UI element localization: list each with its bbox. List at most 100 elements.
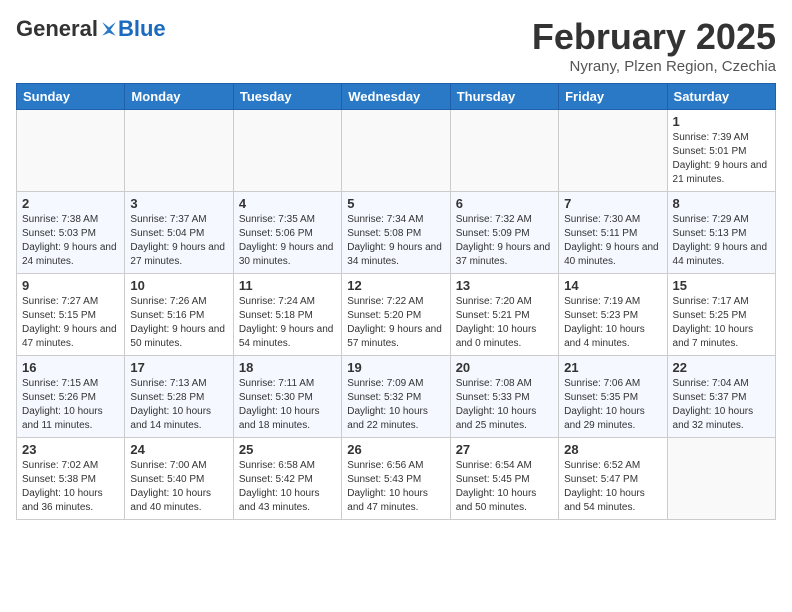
calendar-cell: 9 Sunrise: 7:27 AM Sunset: 5:15 PM Daylig… [17,274,125,356]
calendar-cell: 16 Sunrise: 7:15 AM Sunset: 5:26 PM Dayli… [17,356,125,438]
day-info: Sunrise: 7:11 AM Sunset: 5:30 PM Dayligh… [239,377,336,433]
day-info: Sunrise: 7:37 AM Sunset: 5:04 PM Dayligh… [130,213,227,269]
calendar-cell: 8 Sunrise: 7:29 AM Sunset: 5:13 PM Daylig… [667,192,775,274]
day-info: Sunrise: 7:30 AM Sunset: 5:11 PM Dayligh… [564,213,661,269]
calendar-cell [125,110,233,192]
calendar-cell: 24 Sunrise: 7:00 AM Sunset: 5:40 PM Dayli… [125,438,233,520]
day-number: 17 [130,360,227,375]
calendar-cell: 28Sunrise: 6:52 AM Sunset: 5:47 PM Dayli… [559,438,667,520]
calendar-week-row: 16 Sunrise: 7:15 AM Sunset: 5:26 PM Dayli… [17,356,776,438]
calendar-table: SundayMondayTuesdayWednesdayThursdayFrid… [16,83,776,520]
calendar-cell [667,438,775,520]
day-info: Sunrise: 7:13 AM Sunset: 5:28 PM Dayligh… [130,377,227,433]
day-number: 5 [347,196,444,211]
calendar-cell [450,110,558,192]
day-number: 26 [347,442,444,457]
day-number: 22 [673,360,770,375]
day-info: Sunrise: 7:24 AM Sunset: 5:18 PM Dayligh… [239,295,336,351]
day-number: 12 [347,278,444,293]
day-number: 10 [130,278,227,293]
month-title: February 2025 [532,16,776,58]
calendar-week-row: 9 Sunrise: 7:27 AM Sunset: 5:15 PM Daylig… [17,274,776,356]
day-number: 13 [456,278,553,293]
calendar-cell: 15Sunrise: 7:17 AM Sunset: 5:25 PM Dayli… [667,274,775,356]
location-text: Nyrany, Plzen Region, Czechia [532,58,776,75]
calendar-cell: 20 Sunrise: 7:08 AM Sunset: 5:33 PM Dayli… [450,356,558,438]
calendar-cell: 14Sunrise: 7:19 AM Sunset: 5:23 PM Dayli… [559,274,667,356]
calendar-cell [559,110,667,192]
day-info: Sunrise: 7:09 AM Sunset: 5:32 PM Dayligh… [347,377,444,433]
weekday-header-wednesday: Wednesday [342,84,450,110]
calendar-cell: 4Sunrise: 7:35 AM Sunset: 5:06 PM Daylig… [233,192,341,274]
calendar-cell: 12 Sunrise: 7:22 AM Sunset: 5:20 PM Dayli… [342,274,450,356]
calendar-cell: 2 Sunrise: 7:38 AM Sunset: 5:03 PM Daylig… [17,192,125,274]
calendar-cell: 22 Sunrise: 7:04 AM Sunset: 5:37 PM Dayli… [667,356,775,438]
day-info: Sunrise: 7:06 AM Sunset: 5:35 PM Dayligh… [564,377,661,433]
day-number: 11 [239,278,336,293]
weekday-header-friday: Friday [559,84,667,110]
calendar-header-row: SundayMondayTuesdayWednesdayThursdayFrid… [17,84,776,110]
day-info: Sunrise: 7:00 AM Sunset: 5:40 PM Dayligh… [130,459,227,515]
calendar-week-row: 23 Sunrise: 7:02 AM Sunset: 5:38 PM Dayli… [17,438,776,520]
calendar-cell: 18 Sunrise: 7:11 AM Sunset: 5:30 PM Dayli… [233,356,341,438]
day-info: Sunrise: 7:02 AM Sunset: 5:38 PM Dayligh… [22,459,119,515]
calendar-cell: 11 Sunrise: 7:24 AM Sunset: 5:18 PM Dayli… [233,274,341,356]
day-number: 16 [22,360,119,375]
calendar-cell: 25 Sunrise: 6:58 AM Sunset: 5:42 PM Dayli… [233,438,341,520]
logo: General Blue [16,16,166,42]
day-number: 23 [22,442,119,457]
calendar-cell: 7 Sunrise: 7:30 AM Sunset: 5:11 PM Daylig… [559,192,667,274]
calendar-cell [17,110,125,192]
day-info: Sunrise: 7:15 AM Sunset: 5:26 PM Dayligh… [22,377,119,433]
calendar-cell: 3 Sunrise: 7:37 AM Sunset: 5:04 PM Daylig… [125,192,233,274]
day-number: 4 [239,196,336,211]
day-info: Sunrise: 7:32 AM Sunset: 5:09 PM Dayligh… [456,213,553,269]
calendar-cell [342,110,450,192]
day-number: 25 [239,442,336,457]
calendar-cell: 5 Sunrise: 7:34 AM Sunset: 5:08 PM Daylig… [342,192,450,274]
calendar-cell: 13 Sunrise: 7:20 AM Sunset: 5:21 PM Dayli… [450,274,558,356]
day-info: Sunrise: 7:29 AM Sunset: 5:13 PM Dayligh… [673,213,770,269]
day-info: Sunrise: 7:34 AM Sunset: 5:08 PM Dayligh… [347,213,444,269]
weekday-header-saturday: Saturday [667,84,775,110]
day-number: 7 [564,196,661,211]
day-number: 1 [673,114,770,129]
day-number: 9 [22,278,119,293]
page-header: General Blue February 2025 Nyrany, Plzen… [16,16,776,75]
day-number: 20 [456,360,553,375]
weekday-header-sunday: Sunday [17,84,125,110]
calendar-cell: 23 Sunrise: 7:02 AM Sunset: 5:38 PM Dayli… [17,438,125,520]
calendar-week-row: 1 Sunrise: 7:39 AM Sunset: 5:01 PM Daylig… [17,110,776,192]
day-info: Sunrise: 7:26 AM Sunset: 5:16 PM Dayligh… [130,295,227,351]
calendar-week-row: 2 Sunrise: 7:38 AM Sunset: 5:03 PM Daylig… [17,192,776,274]
day-number: 8 [673,196,770,211]
day-info: Sunrise: 7:20 AM Sunset: 5:21 PM Dayligh… [456,295,553,351]
day-info: Sunrise: 6:54 AM Sunset: 5:45 PM Dayligh… [456,459,553,515]
logo-general-text: General [16,16,98,42]
day-info: Sunrise: 7:04 AM Sunset: 5:37 PM Dayligh… [673,377,770,433]
day-number: 27 [456,442,553,457]
day-info: Sunrise: 7:27 AM Sunset: 5:15 PM Dayligh… [22,295,119,351]
calendar-cell: 6Sunrise: 7:32 AM Sunset: 5:09 PM Daylig… [450,192,558,274]
day-info: Sunrise: 7:39 AM Sunset: 5:01 PM Dayligh… [673,131,770,187]
day-info: Sunrise: 7:08 AM Sunset: 5:33 PM Dayligh… [456,377,553,433]
day-number: 3 [130,196,227,211]
day-info: Sunrise: 7:17 AM Sunset: 5:25 PM Dayligh… [673,295,770,351]
calendar-cell [233,110,341,192]
day-info: Sunrise: 7:38 AM Sunset: 5:03 PM Dayligh… [22,213,119,269]
day-number: 18 [239,360,336,375]
day-number: 14 [564,278,661,293]
day-info: Sunrise: 7:22 AM Sunset: 5:20 PM Dayligh… [347,295,444,351]
calendar-cell: 27 Sunrise: 6:54 AM Sunset: 5:45 PM Dayli… [450,438,558,520]
logo-bird-icon [100,20,118,38]
calendar-cell: 26Sunrise: 6:56 AM Sunset: 5:43 PM Dayli… [342,438,450,520]
calendar-cell: 17 Sunrise: 7:13 AM Sunset: 5:28 PM Dayli… [125,356,233,438]
day-number: 24 [130,442,227,457]
day-number: 19 [347,360,444,375]
day-info: Sunrise: 6:52 AM Sunset: 5:47 PM Dayligh… [564,459,661,515]
day-info: Sunrise: 6:58 AM Sunset: 5:42 PM Dayligh… [239,459,336,515]
day-number: 2 [22,196,119,211]
title-block: February 2025 Nyrany, Plzen Region, Czec… [532,16,776,75]
weekday-header-thursday: Thursday [450,84,558,110]
calendar-cell: 19 Sunrise: 7:09 AM Sunset: 5:32 PM Dayli… [342,356,450,438]
